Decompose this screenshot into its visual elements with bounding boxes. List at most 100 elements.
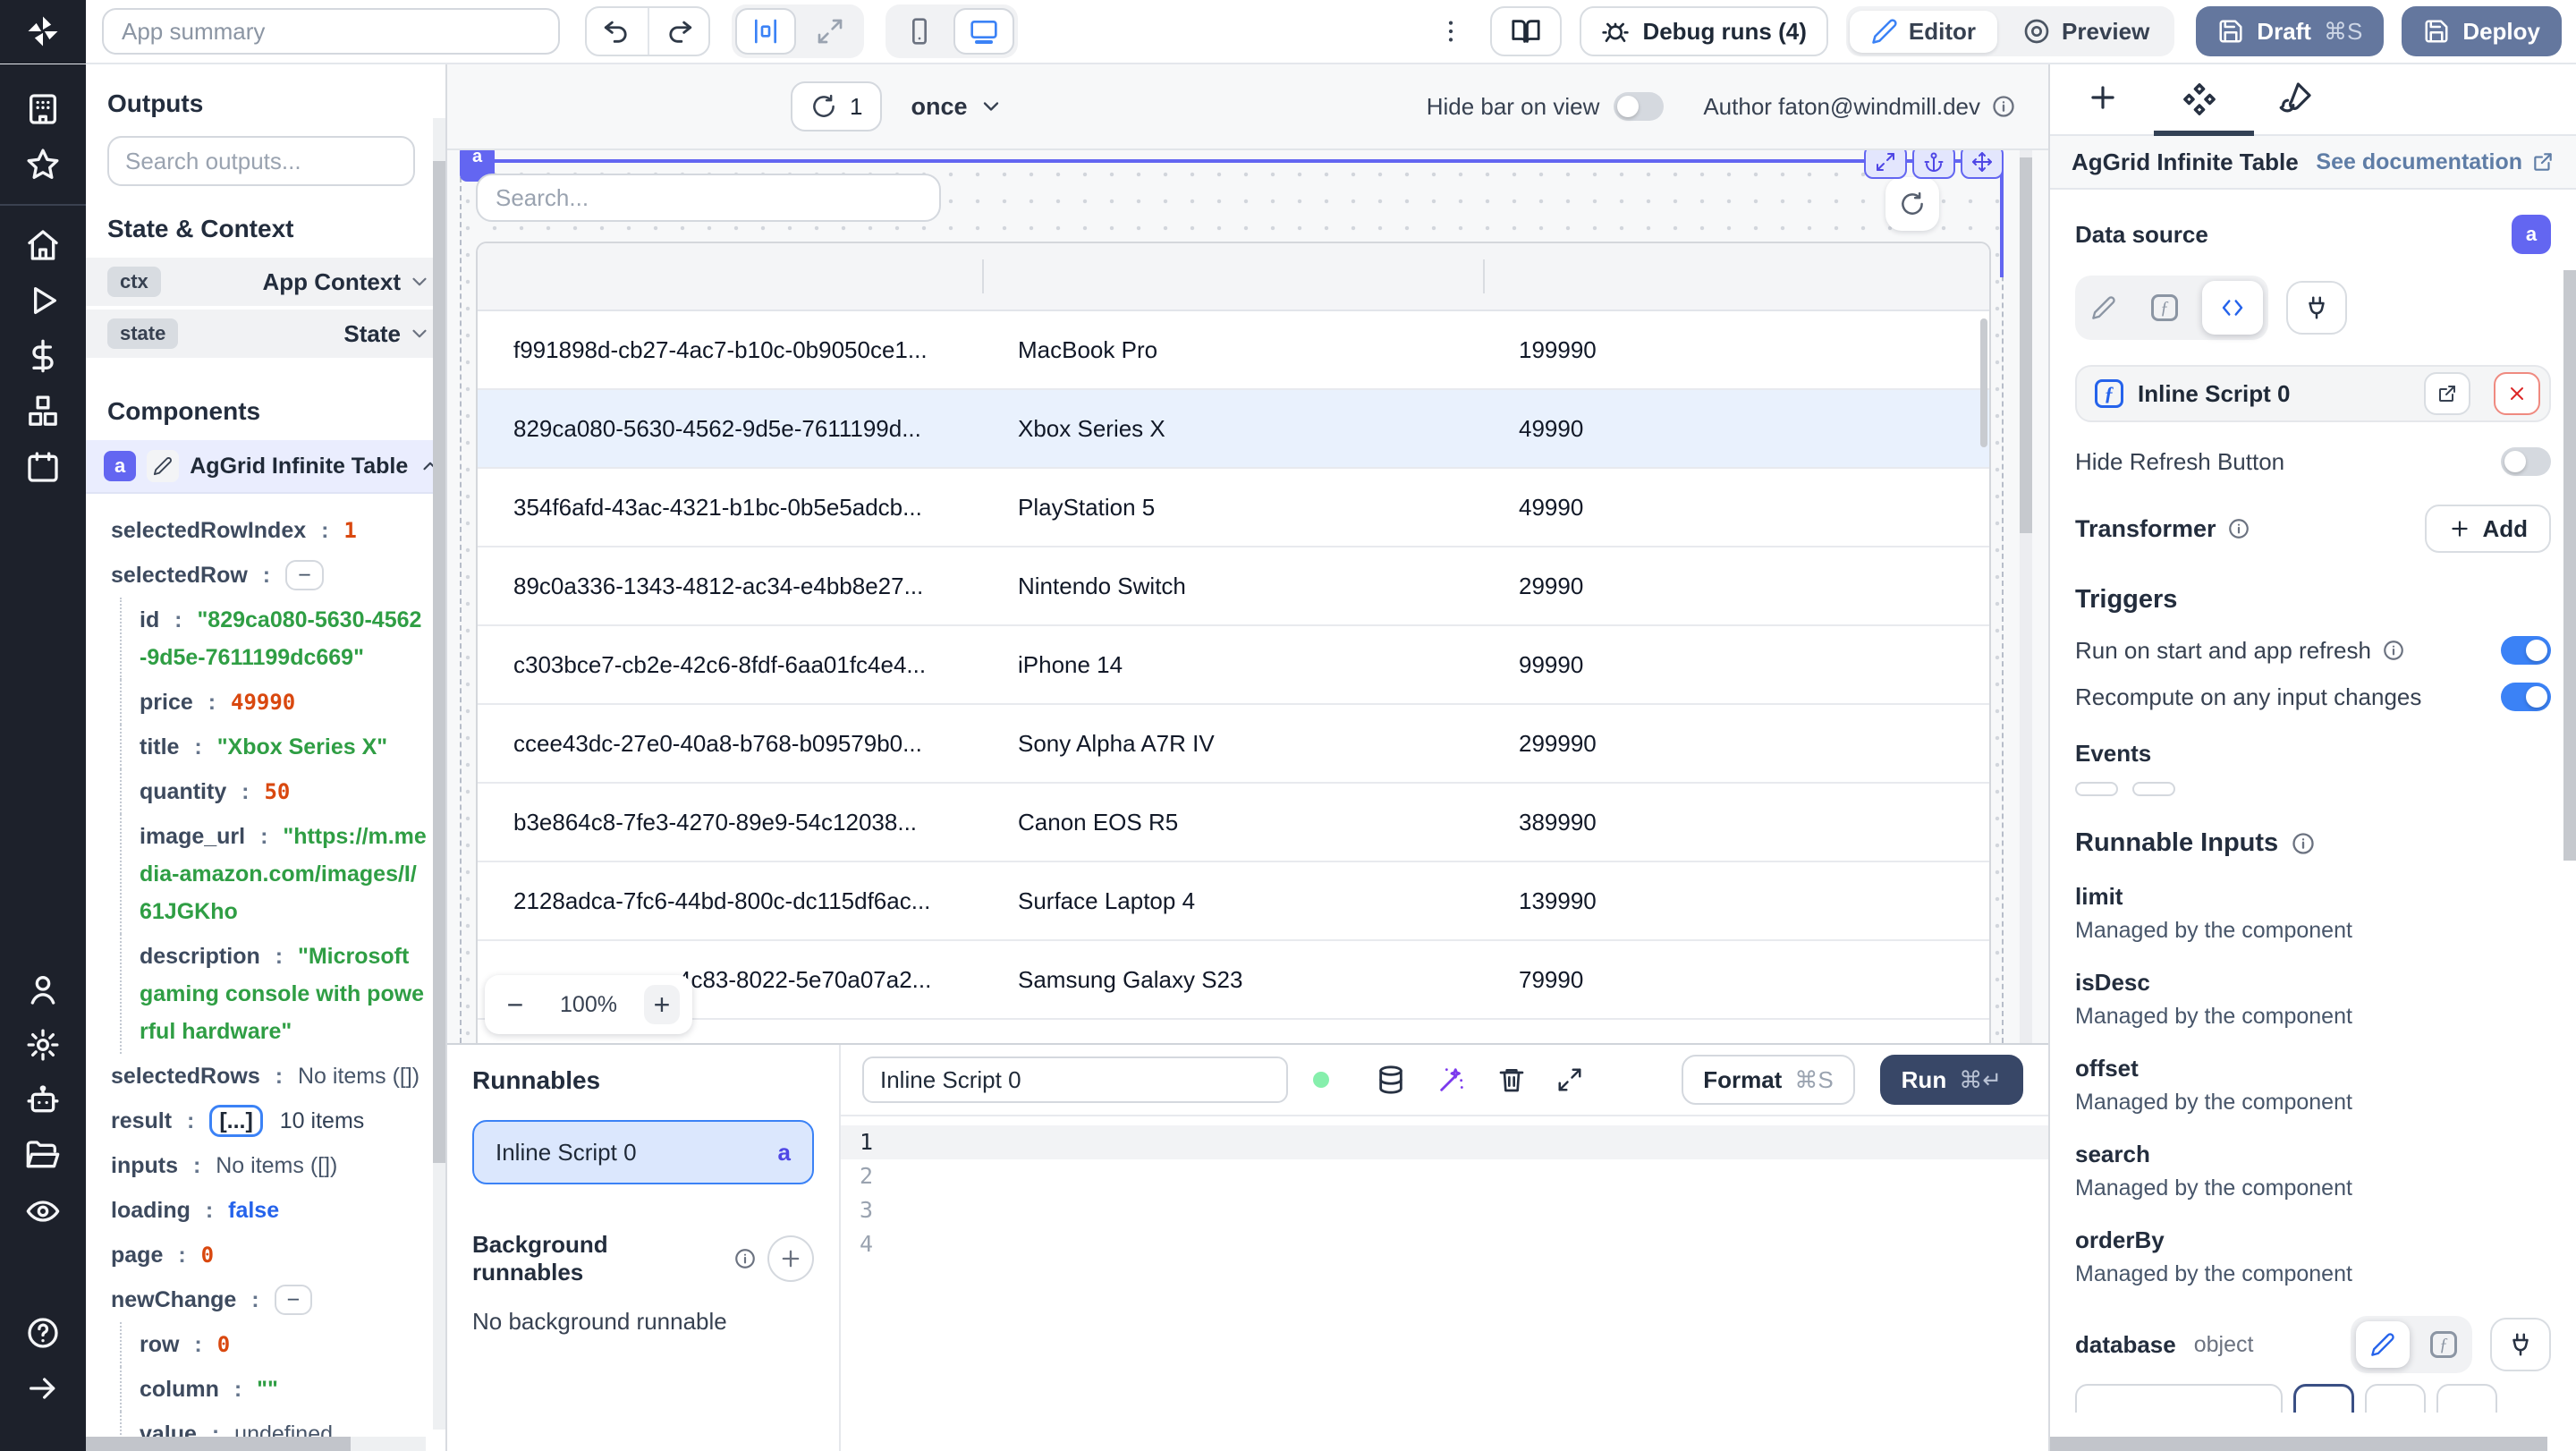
info-icon[interactable]	[1991, 94, 2016, 119]
move-component-button[interactable]	[1961, 150, 2004, 179]
info-icon[interactable]	[2227, 517, 2250, 540]
settings-scrollbar-thumb[interactable]	[2563, 270, 2576, 861]
output-tree-row[interactable]: loading : false	[107, 1188, 428, 1233]
info-icon[interactable]	[2291, 831, 2316, 856]
refresh-mode-dropdown[interactable]: once	[911, 93, 1003, 121]
resources-icon[interactable]	[16, 392, 70, 431]
home-icon[interactable]	[16, 225, 70, 265]
table-scrollbar-thumb[interactable]	[1980, 318, 1987, 447]
styling-tab-icon[interactable]	[2279, 81, 2313, 115]
static-input-kind-icon[interactable]	[2080, 286, 2127, 329]
output-tree-row[interactable]: image_url : "https://m.media-amazon.com/…	[107, 814, 428, 934]
database-resource-input[interactable]	[2075, 1384, 2283, 1413]
center-content-button[interactable]	[735, 8, 796, 55]
folders-icon[interactable]	[16, 1136, 70, 1175]
settings-hscrollbar[interactable]	[2050, 1437, 2547, 1451]
zoom-in-button[interactable]: +	[643, 985, 680, 1024]
detach-script-button[interactable]	[2494, 372, 2540, 415]
app-canvas[interactable]: a Search... f991898d-cb27-4ac7-b10c-0b90…	[447, 150, 2048, 1043]
event-pill[interactable]	[2075, 782, 2118, 796]
add-transformer-button[interactable]: Add	[2425, 505, 2551, 553]
tab-preview[interactable]: Preview	[2001, 10, 2171, 53]
settings-icon[interactable]	[16, 1025, 70, 1065]
runnable-inline-script[interactable]: Inline Script 0 a	[472, 1120, 814, 1184]
table-row[interactable]: 2128adca-7fc6-44bd-800c-dc115df6ac... Su…	[478, 862, 1989, 941]
table-row[interactable]: c303bce7-cb2e-42c6-8fdf-6aa01fc4e4... iP…	[478, 626, 1989, 705]
app-summary-input[interactable]	[102, 8, 560, 55]
docs-button[interactable]	[1490, 6, 1563, 56]
more-menu-button[interactable]	[1433, 17, 1469, 46]
component-settings-tab-icon[interactable]	[2181, 81, 2218, 118]
rename-component-icon[interactable]	[147, 450, 180, 482]
table-refresh-button[interactable]	[1885, 177, 1939, 231]
draft-button[interactable]: Draft ⌘S	[2196, 6, 2385, 56]
database-static-kind-icon[interactable]	[2356, 1321, 2410, 1368]
anchor-component-button[interactable]	[1912, 150, 1955, 179]
output-tree-row[interactable]: column : ""	[107, 1367, 428, 1412]
column-header[interactable]	[982, 243, 1483, 310]
search-outputs-input[interactable]	[107, 136, 415, 186]
zoom-out-button[interactable]: −	[497, 989, 533, 1022]
hide-bar-toggle[interactable]	[1614, 92, 1665, 121]
output-tree-row[interactable]: title : "Xbox Series X"	[107, 725, 428, 769]
database-icon[interactable]	[1376, 1065, 1406, 1095]
expand-component-button[interactable]	[1864, 150, 1907, 179]
refresh-count-button[interactable]: 1	[791, 81, 883, 132]
output-tree-row[interactable]: description : "Microsoft gaming console …	[107, 934, 428, 1054]
open-script-button[interactable]	[2424, 372, 2470, 415]
table-row[interactable]: 4c83-8022-5e70a07a2... Samsung Galaxy S2…	[478, 941, 1989, 1020]
output-tree-row[interactable]: quantity : 50	[107, 769, 428, 814]
audit-logs-icon[interactable]	[16, 1192, 70, 1231]
output-tree-row[interactable]: selectedRow : −	[107, 553, 428, 598]
delete-script-icon[interactable]	[1497, 1065, 1526, 1094]
output-tree-row[interactable]: selectedRowIndex : 1	[107, 508, 428, 553]
info-icon[interactable]	[733, 1247, 757, 1270]
event-pill[interactable]	[2132, 782, 2175, 796]
output-tree-row[interactable]: price : 49990	[107, 680, 428, 725]
debug-runs-button[interactable]: Debug runs (4)	[1580, 6, 1828, 56]
connect-input-kind-icon[interactable]	[2286, 281, 2347, 335]
output-tree-row[interactable]: row : 0	[107, 1322, 428, 1367]
context-row[interactable]: state State	[86, 310, 445, 358]
output-tree-row[interactable]: selectedRows : No items ([])	[107, 1054, 428, 1099]
windmill-logo[interactable]	[0, 0, 86, 64]
outputs-scrollbar-track[interactable]	[433, 118, 445, 1430]
format-button[interactable]: Format ⌘S	[1682, 1055, 1855, 1105]
tab-editor[interactable]: Editor	[1849, 10, 1997, 53]
insert-component-tab-icon[interactable]	[2086, 81, 2120, 115]
users-icon[interactable]	[16, 970, 70, 1009]
add-background-runnable-button[interactable]	[767, 1235, 814, 1282]
table-row[interactable]: f991898d-cb27-4ac7-b10c-0b9050ce1... Mac…	[478, 311, 1989, 390]
table-row[interactable]: b3e864c8-7fe3-4270-89e9-54c12038... Cano…	[478, 784, 1989, 862]
code-line[interactable]: 2	[841, 1159, 2048, 1193]
see-documentation-link[interactable]: See documentation	[2316, 149, 2555, 175]
output-tree-row[interactable]: id : "829ca080-5630-4562-9d5e-7611199dc6…	[107, 598, 428, 680]
table-row[interactable]: 829ca080-5630-4562-9d5e-7611199d... Xbox…	[478, 390, 1989, 469]
attached-script-chip[interactable]: ƒ Inline Script 0	[2075, 365, 2551, 422]
redo-button[interactable]	[648, 8, 708, 55]
favorites-icon[interactable]	[16, 145, 70, 184]
database-resource-button[interactable]	[2365, 1384, 2426, 1413]
output-tree-row[interactable]: result : [...] 10 items	[107, 1099, 428, 1143]
undo-button[interactable]	[587, 8, 648, 55]
output-tree-row[interactable]: inputs : No items ([])	[107, 1143, 428, 1188]
ai-wand-icon[interactable]	[1436, 1065, 1467, 1095]
outputs-scrollbar-thumb[interactable]	[433, 161, 445, 1163]
run-button[interactable]: Run ⌘↵	[1879, 1055, 2023, 1105]
table-row[interactable]: 89c0a336-1343-4812-ac34-e4bb8e27... Nint…	[478, 547, 1989, 626]
column-header[interactable]	[478, 243, 982, 310]
table-row[interactable]: 354f6afd-43ac-4321-b1bc-0b5e5adcb... Pla…	[478, 469, 1989, 547]
variables-icon[interactable]	[16, 336, 70, 376]
workspace-icon[interactable]	[16, 89, 70, 129]
expand-editor-icon[interactable]	[1556, 1066, 1583, 1093]
context-row[interactable]: ctx App Context	[86, 258, 445, 306]
desktop-view-button[interactable]	[953, 8, 1014, 55]
code-line[interactable]: 1	[841, 1125, 2048, 1159]
recompute-toggle[interactable]	[2501, 683, 2551, 711]
collapse-sidebar-icon[interactable]	[16, 1369, 70, 1408]
runs-icon[interactable]	[16, 281, 70, 320]
schedules-icon[interactable]	[16, 447, 70, 487]
outputs-hscrollbar-track[interactable]	[86, 1437, 426, 1451]
code-line[interactable]: 3	[841, 1193, 2048, 1227]
aggrid-component[interactable]: a Search... f991898d-cb27-4ac7-b10c-0b90…	[460, 150, 2004, 1043]
